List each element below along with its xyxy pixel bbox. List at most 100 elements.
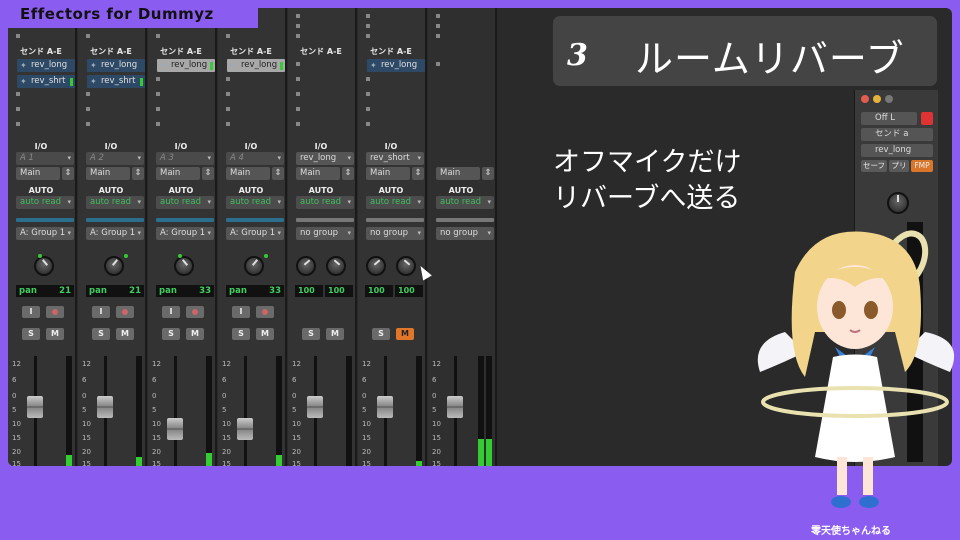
insert-slot-icon[interactable] bbox=[296, 62, 300, 66]
insert-slot-icon[interactable] bbox=[436, 34, 440, 38]
insert-slot-icon[interactable] bbox=[226, 77, 230, 81]
insert-slot-icon[interactable] bbox=[366, 122, 370, 126]
automation-select[interactable]: auto read ▾ bbox=[296, 196, 354, 209]
automation-select[interactable]: auto read ▾ bbox=[16, 196, 74, 209]
input-select[interactable]: rev_short ▾ bbox=[366, 152, 424, 165]
automation-select[interactable]: auto read ▾ bbox=[436, 196, 494, 209]
pan-knob[interactable] bbox=[104, 256, 124, 276]
group-select[interactable]: no group ▾ bbox=[296, 227, 354, 240]
output-pin-icon[interactable]: ⇕ bbox=[202, 167, 214, 180]
record-arm-button[interactable] bbox=[256, 306, 274, 318]
mute-button[interactable]: M bbox=[186, 328, 204, 340]
send-slot[interactable]: ✦ rev_shrt bbox=[87, 75, 145, 88]
mute-button[interactable]: M bbox=[46, 328, 64, 340]
volume-fader[interactable] bbox=[27, 395, 43, 418]
input-select[interactable]: A 1 ▾ bbox=[16, 152, 74, 165]
send-slot[interactable]: ✦ rev_long bbox=[87, 59, 145, 72]
input-select[interactable]: rev_long ▾ bbox=[296, 152, 354, 165]
send-slot[interactable]: ✦ rev_long bbox=[227, 59, 285, 72]
insert-slot-icon[interactable] bbox=[366, 107, 370, 111]
send-slot[interactable]: ✦ rev_long bbox=[157, 59, 215, 72]
insert-slot-icon[interactable] bbox=[436, 14, 440, 18]
insert-slot-icon[interactable] bbox=[366, 77, 370, 81]
automation-select[interactable]: auto read ▾ bbox=[86, 196, 144, 209]
insert-slot-icon[interactable] bbox=[226, 107, 230, 111]
input-monitor-button[interactable]: I bbox=[162, 306, 180, 318]
insert-slot-icon[interactable] bbox=[436, 24, 440, 28]
insert-slot-icon[interactable] bbox=[296, 14, 300, 18]
send-slot[interactable]: ✦ rev_long bbox=[367, 59, 425, 72]
output-select[interactable]: Main bbox=[296, 167, 340, 180]
output-pin-icon[interactable]: ⇕ bbox=[342, 167, 354, 180]
solo-button[interactable]: S bbox=[92, 328, 110, 340]
insert-slot-icon[interactable] bbox=[16, 122, 20, 126]
output-select[interactable]: Main bbox=[436, 167, 480, 180]
solo-button[interactable]: S bbox=[372, 328, 390, 340]
mute-button[interactable]: M bbox=[256, 328, 274, 340]
insert-slot-icon[interactable] bbox=[156, 107, 160, 111]
group-select[interactable]: A: Group 1 ▾ bbox=[86, 227, 144, 240]
pan-knob[interactable] bbox=[174, 256, 194, 276]
insert-slot-icon[interactable] bbox=[226, 34, 230, 38]
output-pin-icon[interactable]: ⇕ bbox=[482, 167, 494, 180]
pan-left-knob[interactable] bbox=[296, 256, 316, 276]
fmp-button[interactable]: FMP bbox=[911, 160, 933, 172]
input-monitor-button[interactable]: I bbox=[232, 306, 250, 318]
pan-right-knob[interactable] bbox=[326, 256, 346, 276]
insert-slot-icon[interactable] bbox=[296, 92, 300, 96]
insert-slot-icon[interactable] bbox=[366, 34, 370, 38]
solo-button[interactable]: S bbox=[162, 328, 180, 340]
insert-slot-icon[interactable] bbox=[86, 122, 90, 126]
solo-button[interactable]: S bbox=[302, 328, 320, 340]
mute-button[interactable]: M bbox=[326, 328, 344, 340]
volume-fader[interactable] bbox=[377, 395, 393, 418]
volume-fader[interactable] bbox=[447, 395, 463, 418]
output-select[interactable]: Main bbox=[156, 167, 200, 180]
input-select[interactable]: A 2 ▾ bbox=[86, 152, 144, 165]
output-link-icon[interactable] bbox=[921, 112, 933, 125]
input-select[interactable]: A 3 ▾ bbox=[156, 152, 214, 165]
send-level-knob[interactable] bbox=[887, 192, 909, 214]
insert-slot-icon[interactable] bbox=[436, 62, 440, 66]
group-select[interactable]: A: Group 1 ▾ bbox=[16, 227, 74, 240]
insert-slot-icon[interactable] bbox=[296, 24, 300, 28]
automation-select[interactable]: auto read ▾ bbox=[366, 196, 424, 209]
output-pin-icon[interactable]: ⇕ bbox=[412, 167, 424, 180]
insert-slot-icon[interactable] bbox=[16, 107, 20, 111]
insert-slot-icon[interactable] bbox=[226, 92, 230, 96]
output-pin-icon[interactable]: ⇕ bbox=[132, 167, 144, 180]
group-select[interactable]: A: Group 1 ▾ bbox=[156, 227, 214, 240]
output-pin-icon[interactable]: ⇕ bbox=[272, 167, 284, 180]
record-arm-button[interactable] bbox=[46, 306, 64, 318]
record-arm-button[interactable] bbox=[116, 306, 134, 318]
volume-fader[interactable] bbox=[97, 395, 113, 418]
pan-right-knob[interactable] bbox=[396, 256, 416, 276]
record-arm-button[interactable] bbox=[186, 306, 204, 318]
solo-button[interactable]: S bbox=[232, 328, 250, 340]
insert-slot-icon[interactable] bbox=[296, 77, 300, 81]
send-target-select[interactable]: rev_long bbox=[861, 144, 933, 157]
pan-left-knob[interactable] bbox=[366, 256, 386, 276]
send-select[interactable]: センド a bbox=[861, 128, 933, 141]
insert-slot-icon[interactable] bbox=[366, 92, 370, 96]
volume-fader[interactable] bbox=[307, 395, 323, 418]
group-select[interactable]: A: Group 1 ▾ bbox=[226, 227, 284, 240]
mute-button[interactable]: M bbox=[116, 328, 134, 340]
insert-slot-icon[interactable] bbox=[156, 34, 160, 38]
volume-fader[interactable] bbox=[237, 417, 253, 440]
output-path-select[interactable]: Off L bbox=[861, 112, 917, 125]
pan-knob[interactable] bbox=[244, 256, 264, 276]
insert-slot-icon[interactable] bbox=[296, 122, 300, 126]
insert-slot-icon[interactable] bbox=[16, 34, 20, 38]
pan-knob[interactable] bbox=[34, 256, 54, 276]
group-select[interactable]: no group ▾ bbox=[366, 227, 424, 240]
volume-fader[interactable] bbox=[167, 417, 183, 440]
output-pin-icon[interactable]: ⇕ bbox=[62, 167, 74, 180]
insert-slot-icon[interactable] bbox=[296, 34, 300, 38]
automation-select[interactable]: auto read ▾ bbox=[156, 196, 214, 209]
insert-slot-icon[interactable] bbox=[226, 122, 230, 126]
send-slot[interactable]: ✦ rev_shrt bbox=[17, 75, 75, 88]
input-monitor-button[interactable]: I bbox=[92, 306, 110, 318]
output-select[interactable]: Main bbox=[16, 167, 60, 180]
safe-button[interactable]: セーフ bbox=[861, 160, 887, 172]
